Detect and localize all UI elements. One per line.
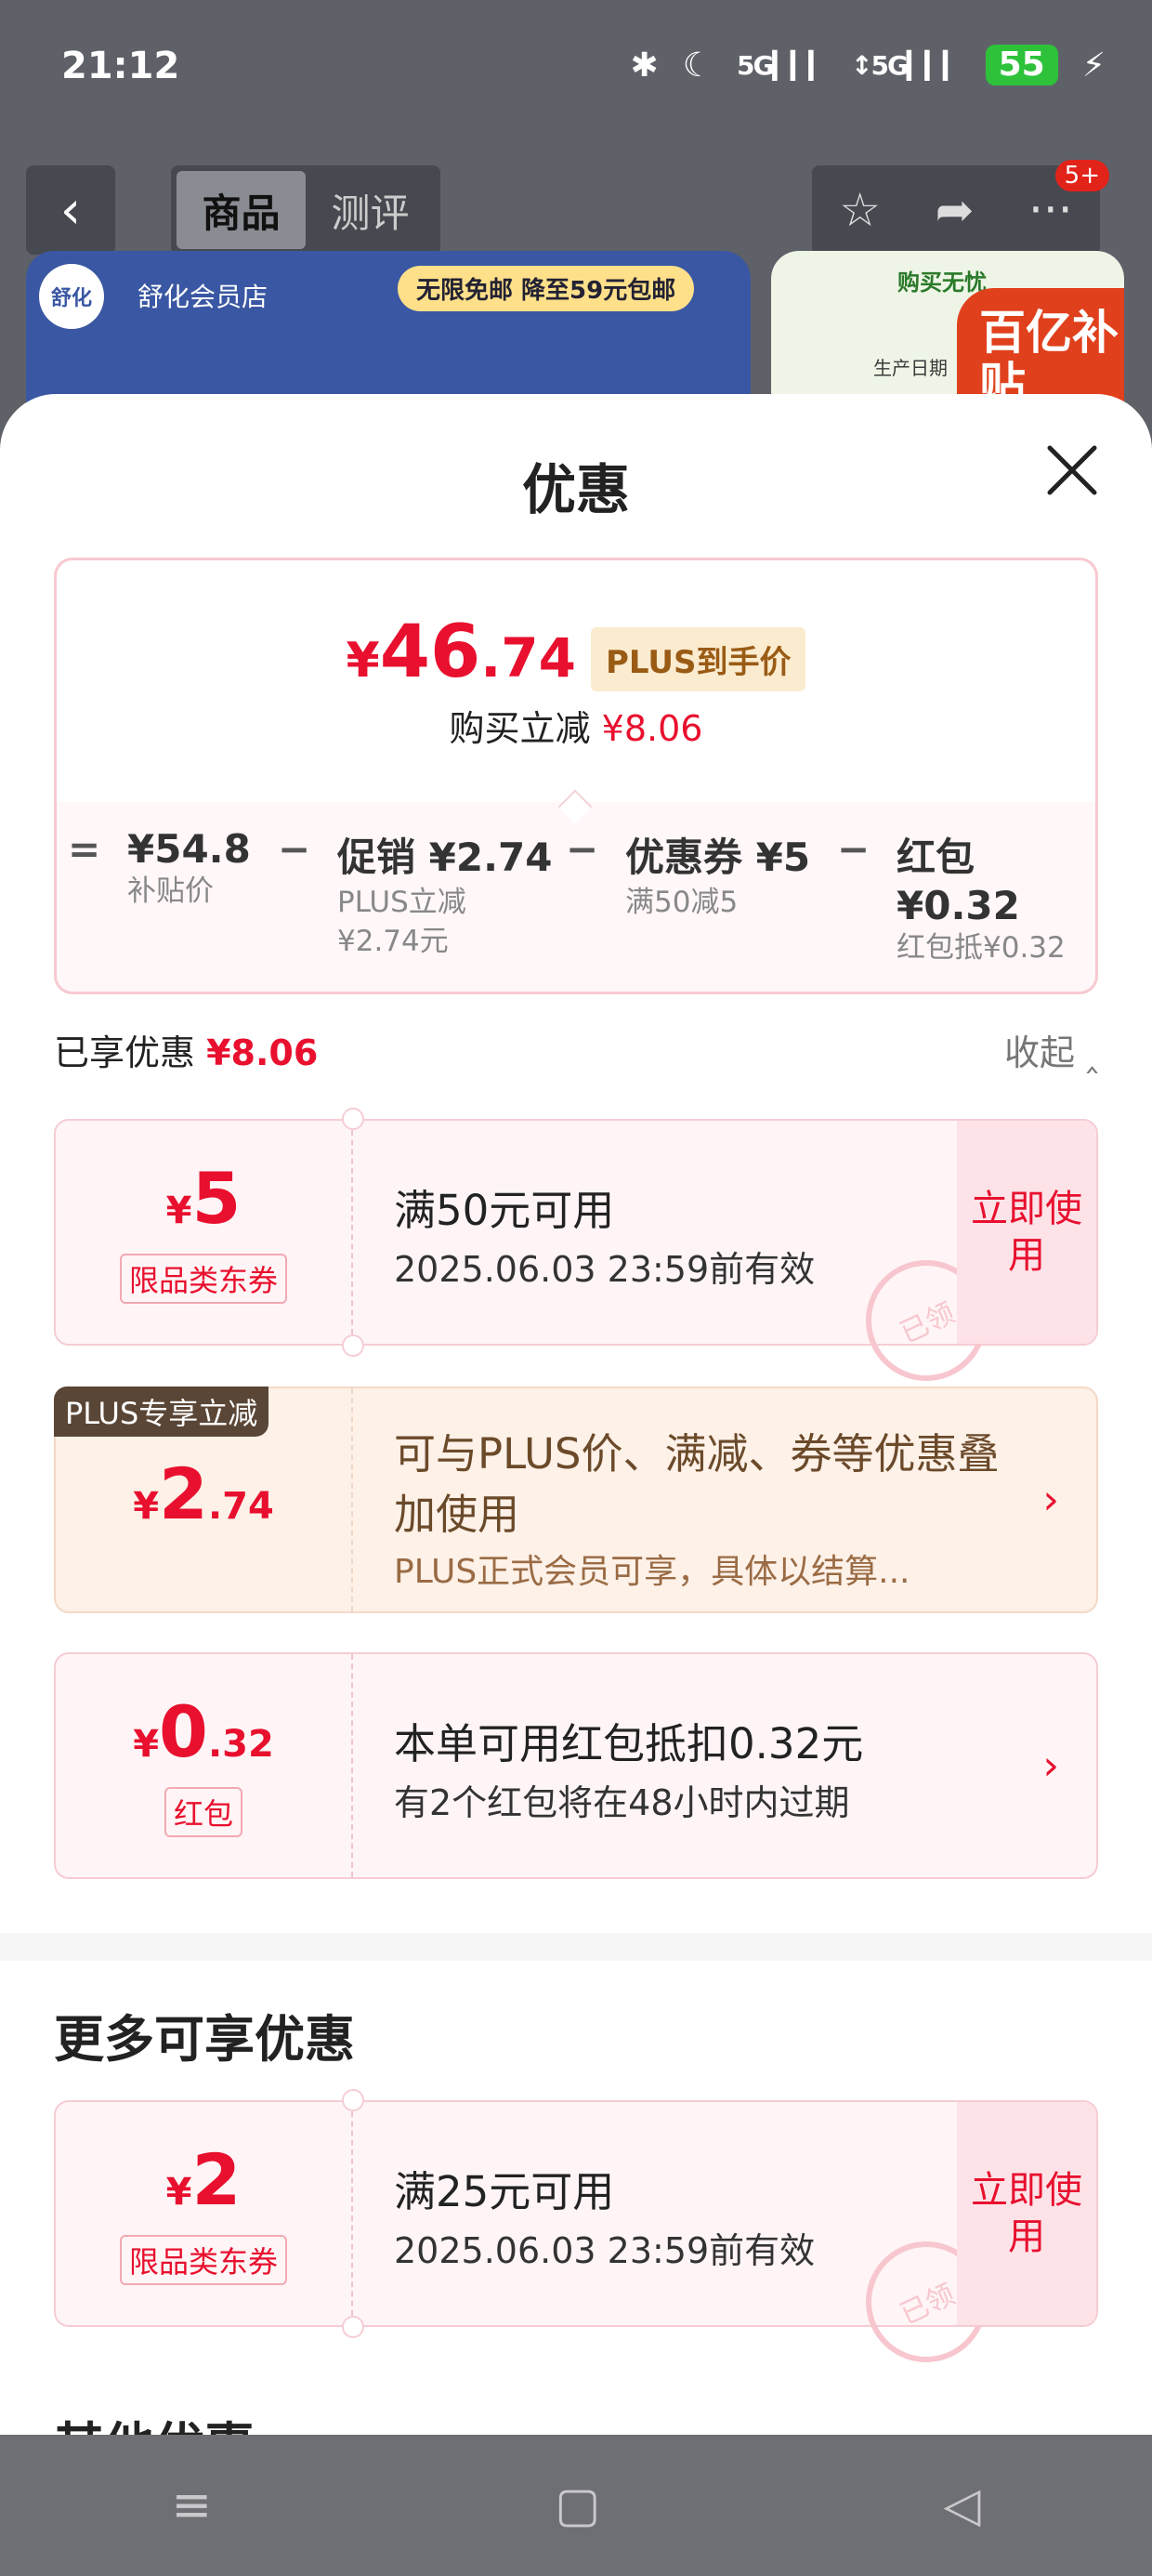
- enjoyed-discount: 已享优惠 ¥8.06: [54, 1032, 319, 1073]
- plus-description: 可与PLUS价、满减、券等优惠叠加使用: [394, 1429, 1000, 1539]
- message-badge: 5+: [1054, 160, 1109, 191]
- coupon-amount: ¥2: [165, 2137, 242, 2221]
- section-divider: [0, 1933, 1152, 1961]
- coupon-expiry: 2025.06.03 23:59前有效: [394, 2230, 816, 2271]
- discount-sheet: 优惠 ¥46.74 PLUS到手价 购买立减 ¥8.06 = ¥54.8 补贴价 …: [0, 394, 1152, 2435]
- moon-icon: ☾: [682, 46, 713, 85]
- bluetooth-icon: ✱: [630, 46, 659, 85]
- price-summary-card: ¥46.74 PLUS到手价 购买立减 ¥8.06 = ¥54.8 补贴价 − 促…: [54, 558, 1098, 994]
- plus-amount: ¥2.74: [133, 1452, 274, 1535]
- final-price: ¥46.74: [346, 611, 576, 694]
- shipping-promo: 无限免邮 降至59元包邮: [398, 266, 695, 311]
- coupon-discount: 优惠券 ¥5 满50减5: [625, 835, 811, 919]
- sheet-title: 优惠: [521, 458, 630, 521]
- subsidy-price: ¥54.8 补贴价: [127, 826, 251, 908]
- redpack-description: 本单可用红包抵扣0.32元: [394, 1719, 864, 1768]
- product-tabs: 商品 测评: [171, 165, 440, 255]
- side-banner: 购买无忧 生产日期 百亿补贴: [771, 251, 1124, 418]
- status-bar: 21:12 ✱ ☾ 5G▎▎▎ ↕5G▎▎▎ 55 ⚡: [61, 37, 1106, 102]
- menu-icon[interactable]: ≡: [172, 2477, 213, 2533]
- back-button[interactable]: ‹: [26, 165, 115, 255]
- coupon-type-tag: 限品类东券: [119, 2234, 287, 2285]
- other-discounts-heading: 其他优惠: [54, 2405, 255, 2435]
- tab-product[interactable]: 商品: [177, 171, 306, 249]
- redpack-tag: 红包: [164, 1786, 242, 1837]
- chevron-right-icon[interactable]: ›: [1042, 1742, 1059, 1790]
- instant-reduction: 购买立减 ¥8.06: [449, 708, 703, 749]
- coupon-amount: ¥5: [165, 1156, 242, 1240]
- signal-icon: 5G▎▎▎: [737, 49, 829, 81]
- ticket-cutout: [342, 1334, 364, 1357]
- battery-indicator: 55: [985, 45, 1058, 85]
- more-discounts-heading: 更多可享优惠: [54, 2010, 355, 2069]
- back-nav-icon[interactable]: ◁: [943, 2477, 980, 2533]
- ticket-cutout: [342, 2316, 364, 2338]
- redpack-discount: 红包 ¥0.32 红包抵¥0.32: [897, 835, 1066, 965]
- worry-free-label: 购买无忧: [897, 269, 987, 296]
- coupon-condition: 满50元可用: [394, 1186, 615, 1235]
- use-now-button[interactable]: 立即使用: [957, 1121, 1096, 1344]
- system-nav-bar: ≡ ▢ ◁: [0, 2435, 1152, 2576]
- redpack-amount: ¥0.32: [133, 1689, 274, 1773]
- ticket-cutout: [342, 2089, 364, 2111]
- redpack-card[interactable]: ¥0.32 红包 本单可用红包抵扣0.32元 有2个红包将在48小时内过期 ›: [54, 1652, 1098, 1879]
- coupon-card-2[interactable]: ¥2 限品类东券 满25元可用 2025.06.03 23:59前有效 已领 立…: [54, 2089, 1098, 2383]
- home-icon[interactable]: ▢: [555, 2477, 600, 2533]
- share-icon[interactable]: ➦: [936, 183, 975, 237]
- coupon-type-tag: 限品类东券: [119, 1253, 287, 1304]
- plus-discount-card[interactable]: PLUS专享立减 ¥2.74 可与PLUS价、满减、券等优惠叠加使用 PLUS正…: [54, 1387, 1098, 1613]
- more-icon[interactable]: ···: [1028, 183, 1073, 237]
- ticket-cutout: [342, 1108, 364, 1130]
- plus-note: PLUS正式会员可享，具体以结算...: [394, 1553, 910, 1591]
- minus-sign: −: [278, 826, 311, 872]
- equals-sign: =: [68, 826, 101, 872]
- tab-review[interactable]: 测评: [306, 171, 435, 249]
- plus-price-tag: PLUS到手价: [591, 627, 806, 691]
- collapse-button[interactable]: 收起 ‸: [1004, 1024, 1098, 1075]
- minus-sign: −: [837, 826, 871, 872]
- close-icon[interactable]: [1044, 442, 1100, 498]
- favorite-icon[interactable]: ☆: [839, 183, 881, 237]
- clock: 21:12: [61, 45, 180, 87]
- store-banner: 舒化 舒化会员店 无限免邮 降至59元包邮: [26, 251, 751, 418]
- store-name: 舒化会员店: [137, 282, 268, 312]
- product-top-bar: ‹ 商品 测评 ☆ ➦ ··· 5+: [26, 160, 1126, 255]
- coupon-condition: 满25元可用: [394, 2167, 615, 2216]
- use-now-button[interactable]: 立即使用: [957, 2102, 1096, 2325]
- promo-discount: 促销 ¥2.74 PLUS立减 ¥2.74元: [337, 835, 553, 958]
- chevron-right-icon[interactable]: ›: [1042, 1477, 1059, 1524]
- charging-icon: ⚡: [1081, 46, 1106, 85]
- redpack-expiry-note: 有2个红包将在48小时内过期: [394, 1782, 850, 1823]
- coupon-card-5[interactable]: ¥5 限品类东券 满50元可用 2025.06.03 23:59前有效 已领 立…: [54, 1108, 1098, 1401]
- store-logo: 舒化: [39, 264, 104, 329]
- minus-sign: −: [566, 826, 599, 872]
- signal-icon-2: ↕5G▎▎▎: [851, 49, 963, 81]
- notch: [557, 789, 593, 824]
- coupon-expiry: 2025.06.03 23:59前有效: [394, 1249, 816, 1290]
- action-group: ☆ ➦ ··· 5+: [812, 160, 1109, 255]
- production-date-label: 生产日期: [873, 357, 948, 379]
- price-breakdown: = ¥54.8 补贴价 − 促销 ¥2.74 PLUS立减 ¥2.74元 − 优惠券 …: [62, 826, 1090, 984]
